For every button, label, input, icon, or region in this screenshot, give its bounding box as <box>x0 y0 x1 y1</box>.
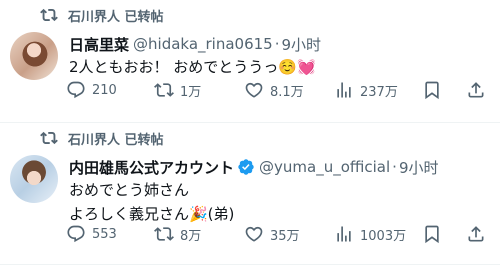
heart-icon <box>245 82 263 98</box>
views-button[interactable]: 1003万 <box>334 224 406 244</box>
like-count: 35万 <box>270 228 300 244</box>
heart-icon <box>245 226 263 242</box>
tweet-time[interactable]: 9小时 <box>282 34 322 55</box>
retweet-count: 8万 <box>180 228 202 244</box>
retweet-banner[interactable]: 石川界人 已转帖 <box>40 4 164 26</box>
reply-button[interactable]: 210 <box>66 80 117 100</box>
retweet-icon <box>40 8 58 22</box>
reply-count: 210 <box>92 82 117 98</box>
retweeted-by-label: 石川界人 已转帖 <box>68 132 164 148</box>
retweet-icon <box>154 83 174 97</box>
avatar[interactable] <box>10 155 58 203</box>
tweet-header: 内田雄馬公式アカウント @yuma_u_official · 9小时 <box>69 155 439 179</box>
views-button[interactable]: 237万 <box>334 80 398 100</box>
user-handle[interactable]: @hidaka_rina0615 <box>133 35 273 53</box>
tweet-text: 2人ともおお！ おめでとううっ☺️💓 <box>69 55 316 79</box>
tweet-text-line: 2人ともおお！ おめでとううっ☺️💓 <box>69 58 316 76</box>
like-button[interactable]: 8.1万 <box>244 80 304 100</box>
share-icon <box>468 82 484 98</box>
retweet-count: 1万 <box>180 84 202 100</box>
tweet[interactable]: 石川界人 已转帖 内田雄馬公式アカウント @yuma_u_official · … <box>0 123 500 265</box>
view-count: 237万 <box>360 84 398 100</box>
tweet[interactable]: 石川界人 已转帖 日高里菜 @hidaka_rina0615 · 9小时 2人と… <box>0 0 500 123</box>
reply-button[interactable]: 553 <box>66 224 117 244</box>
bookmark-icon <box>425 225 439 244</box>
tweet-header: 日高里菜 @hidaka_rina0615 · 9小时 <box>69 32 321 56</box>
retweet-button[interactable]: 8万 <box>154 224 201 244</box>
bookmark-button[interactable] <box>422 224 448 244</box>
view-count: 1003万 <box>360 228 407 244</box>
user-handle[interactable]: @yuma_u_official <box>259 158 390 176</box>
tweet-text: おめでとう姉さん よろしく義兄さん🎉(弟) <box>69 178 234 226</box>
action-bar: 553 8万 35万 1003万 <box>66 222 491 246</box>
separator-dot: · <box>392 158 397 176</box>
separator-dot: · <box>274 35 280 53</box>
like-count: 8.1万 <box>270 84 304 100</box>
retweet-icon <box>40 131 58 145</box>
retweet-banner[interactable]: 石川界人 已转帖 <box>40 127 164 149</box>
display-name[interactable]: 内田雄馬公式アカウント <box>69 157 234 178</box>
reply-icon <box>67 225 85 243</box>
like-button[interactable]: 35万 <box>244 224 300 244</box>
bookmark-icon <box>425 81 439 100</box>
avatar[interactable] <box>10 32 58 80</box>
retweeted-by-label: 石川界人 已转帖 <box>68 9 164 25</box>
retweet-icon <box>154 227 174 241</box>
verified-badge-icon[interactable] <box>237 158 255 176</box>
action-bar: 210 1万 8.1万 237万 <box>66 78 491 102</box>
share-icon <box>468 226 484 242</box>
reply-count: 553 <box>92 226 117 242</box>
timeline: 石川界人 已转帖 日高里菜 @hidaka_rina0615 · 9小时 2人と… <box>0 0 500 265</box>
reply-icon <box>67 81 85 99</box>
views-icon <box>337 226 351 242</box>
tweet-time[interactable]: 9小时 <box>399 157 439 178</box>
display-name[interactable]: 日高里菜 <box>69 34 129 55</box>
retweet-button[interactable]: 1万 <box>154 80 201 100</box>
share-button[interactable] <box>466 80 492 100</box>
share-button[interactable] <box>466 224 492 244</box>
bookmark-button[interactable] <box>422 80 448 100</box>
tweet-text-line: おめでとう姉さん <box>69 181 190 199</box>
views-icon <box>337 82 351 98</box>
